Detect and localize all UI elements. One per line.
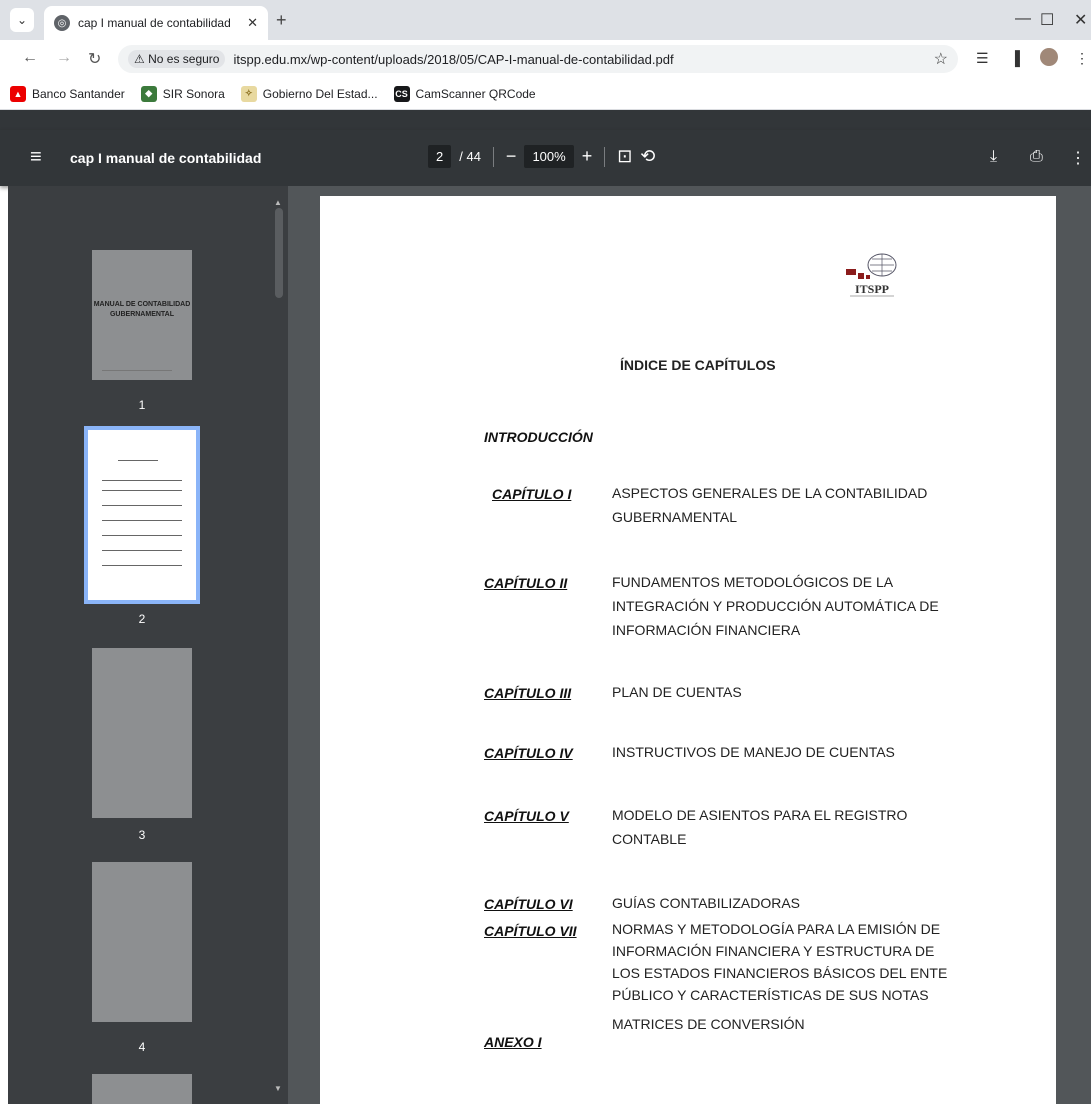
chapter-description: PLAN DE CUENTAS xyxy=(612,684,742,700)
chapter-label: CAPÍTULO V xyxy=(484,808,569,824)
globe-icon: ◎ xyxy=(54,15,70,31)
close-icon[interactable]: ✕ xyxy=(247,15,258,31)
bookmark-label: Banco Santander xyxy=(32,86,125,101)
sidebar-scrollbar[interactable]: ▲ ▼ xyxy=(272,196,286,1096)
introduction-heading: INTRODUCCIÓN xyxy=(484,429,593,445)
bookmark-sir-sonora[interactable]: ◆ SIR Sonora xyxy=(140,85,225,102)
thumbnail-page-5[interactable] xyxy=(92,1074,192,1104)
bookmark-santander[interactable]: ▲ Banco Santander xyxy=(10,85,125,102)
viewer-top-strip xyxy=(0,110,1091,130)
rotate-icon[interactable]: ⟲ xyxy=(640,146,655,167)
browser-tab[interactable]: ◎ cap I manual de contabilidad ✕ xyxy=(44,6,268,40)
chapter-description: NORMAS Y METODOLOGÍA PARA LA EMISIÓN DE … xyxy=(612,921,948,1003)
scrollbar-thumb[interactable] xyxy=(275,208,283,298)
tab-title: cap I manual de contabilidad xyxy=(78,16,231,30)
thumbnail-line xyxy=(102,370,172,371)
chapter-label: CAPÍTULO VII xyxy=(484,923,577,939)
tab-bar: ⌄ ◎ cap I manual de contabilidad ✕ + — ☐… xyxy=(0,0,1091,40)
address-bar: ← → ↻ ⚠ No es seguro itspp.edu.mx/wp-con… xyxy=(0,40,1091,78)
thumbnail-number: 2 xyxy=(138,612,146,626)
page-total: / 44 xyxy=(459,149,481,164)
thumbnail-page-2[interactable] xyxy=(84,426,200,604)
thumbnail-page-3[interactable] xyxy=(92,648,192,818)
reload-icon[interactable]: ↻ xyxy=(88,49,101,69)
forward-icon[interactable]: → xyxy=(56,49,72,67)
gobierno-icon: ✧ xyxy=(240,85,257,102)
thumbnail-line xyxy=(118,460,158,461)
thumbnail-line xyxy=(102,505,182,506)
chapter-description: FUNDAMENTOS METODOLÓGICOS DE LA INTEGRAC… xyxy=(612,574,939,638)
side-panel-icon[interactable]: ▐ xyxy=(1010,50,1020,66)
thumbnail-line xyxy=(102,550,182,551)
download-icon[interactable]: ⤓ xyxy=(990,148,997,166)
profile-avatar[interactable] xyxy=(1040,48,1058,66)
pdf-toolbar: ≡ cap I manual de contabilidad 2 / 44 − … xyxy=(0,130,1091,186)
sir-sonora-icon: ◆ xyxy=(140,85,157,102)
zoom-out-icon[interactable]: − xyxy=(506,146,517,167)
security-chip[interactable]: ⚠ No es seguro xyxy=(128,50,226,68)
page-number-input[interactable]: 2 xyxy=(428,145,452,168)
santander-icon: ▲ xyxy=(10,85,26,102)
chapter-description: INSTRUCTIVOS DE MANEJO DE CUENTAS xyxy=(612,744,895,760)
chapter-label: CAPÍTULO VI xyxy=(484,896,573,912)
minimize-icon[interactable]: — xyxy=(1015,10,1031,28)
chevron-down-icon: ⌄ xyxy=(16,13,28,27)
chapter-description: ASPECTOS GENERALES DE LA CONTABILIDAD GU… xyxy=(612,485,928,525)
itspp-logo: ITSPP xyxy=(846,253,897,297)
thumbnail-number: 1 xyxy=(138,398,146,412)
print-icon[interactable]: ⎙ xyxy=(1030,148,1043,166)
window-close-icon[interactable]: ✕ xyxy=(1074,10,1087,30)
bookmark-camscanner[interactable]: CS CamScanner QRCode xyxy=(393,85,536,102)
svg-text:ITSPP: ITSPP xyxy=(855,282,889,296)
thumbnail-title: MANUAL DE CONTABILIDAD GUBERNAMENTAL xyxy=(93,301,191,318)
scroll-up-icon[interactable]: ▲ xyxy=(274,198,282,207)
thumbnail-number: 4 xyxy=(138,1040,146,1054)
thumbnail-line xyxy=(102,490,182,491)
divider xyxy=(492,146,494,167)
bookmark-gobierno[interactable]: ✧ Gobierno Del Estad... xyxy=(240,85,378,102)
back-icon[interactable]: ← xyxy=(22,49,38,67)
thumbnail-page-4[interactable] xyxy=(92,862,192,1022)
new-tab-button[interactable]: + xyxy=(276,10,287,31)
chapter-label: ANEXO I xyxy=(484,1034,542,1050)
reading-list-icon[interactable]: ☰ xyxy=(976,50,989,67)
bookmarks-bar: ▲ Banco Santander ◆ SIR Sonora ✧ Gobiern… xyxy=(0,78,1091,110)
maximize-icon[interactable]: ☐ xyxy=(1040,10,1054,30)
scroll-down-icon[interactable]: ▼ xyxy=(274,1084,282,1093)
fit-page-icon[interactable]: ⊡ xyxy=(617,146,632,167)
chapter-label: CAPÍTULO I xyxy=(492,486,572,502)
menu-icon[interactable]: ≡ xyxy=(30,146,42,169)
tab-search-button[interactable]: ⌄ xyxy=(10,8,34,32)
more-actions-icon[interactable]: ⋮ xyxy=(1070,148,1086,168)
bookmark-label: Gobierno Del Estad... xyxy=(262,86,378,101)
zoom-input[interactable]: 100% xyxy=(524,145,574,168)
chapter-description: GUÍAS CONTABILIZADORAS xyxy=(612,895,800,911)
bookmark-label: SIR Sonora xyxy=(162,86,225,101)
pdf-viewer: ITSPP ÍNDICE DE CAPÍTULOS INTRODUCCIÓN C… xyxy=(288,186,1091,1104)
thumbnail-line xyxy=(102,535,182,536)
bookmark-label: CamScanner QRCode xyxy=(415,86,536,101)
star-icon[interactable]: ☆ xyxy=(934,49,948,69)
document-title: cap I manual de contabilidad xyxy=(70,150,262,166)
page-controls: 2 / 44 − 100% + ⊡ ⟲ xyxy=(428,145,655,168)
chapter-label: CAPÍTULO IV xyxy=(484,745,573,761)
thumbnail-line xyxy=(102,520,182,521)
chapter-description: MATRICES DE CONVERSIÓN xyxy=(612,1016,805,1032)
camscanner-icon: CS xyxy=(393,85,410,102)
chapter-label: CAPÍTULO II xyxy=(484,575,568,591)
url-text: itspp.edu.mx/wp-content/uploads/2018/05/… xyxy=(233,51,674,67)
thumbnail-number: 3 xyxy=(138,828,146,842)
divider xyxy=(604,146,606,167)
not-secure-label: No es seguro xyxy=(148,52,220,66)
zoom-in-icon[interactable]: + xyxy=(582,146,593,167)
thumbnail-line xyxy=(102,480,182,481)
chapter-label: CAPÍTULO III xyxy=(484,685,572,701)
more-icon[interactable]: ⋮ xyxy=(1075,50,1089,67)
omnibox[interactable]: ⚠ No es seguro itspp.edu.mx/wp-content/u… xyxy=(118,45,958,73)
thumbnail-line xyxy=(102,565,182,566)
pdf-page: ITSPP ÍNDICE DE CAPÍTULOS INTRODUCCIÓN C… xyxy=(320,196,1056,1104)
page-title: ÍNDICE DE CAPÍTULOS xyxy=(620,357,776,373)
thumbnail-page-1[interactable]: MANUAL DE CONTABILIDAD GUBERNAMENTAL xyxy=(92,250,192,380)
chapter-description: MODELO DE ASIENTOS PARA EL REGISTRO CONT… xyxy=(612,807,908,847)
